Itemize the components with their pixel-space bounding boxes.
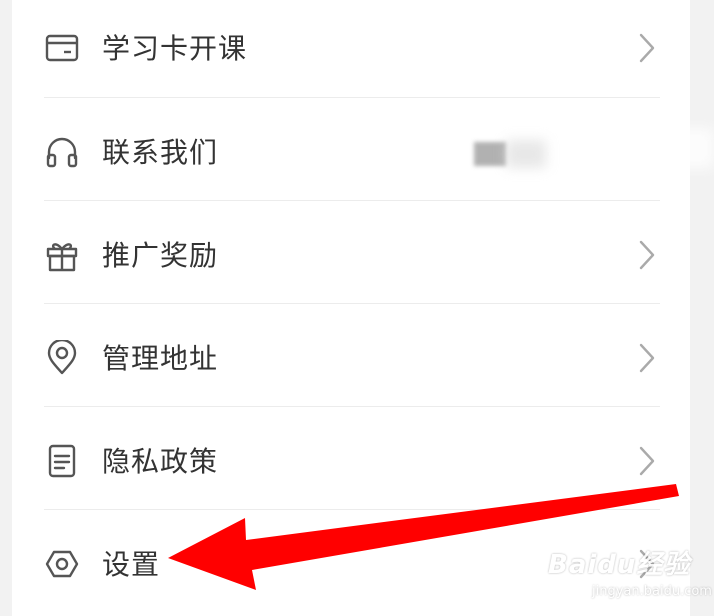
chevron-right-icon — [638, 445, 656, 477]
headset-icon — [44, 134, 80, 170]
chevron-right-icon — [638, 32, 656, 64]
settings-hexagon-icon — [44, 546, 80, 582]
gift-icon — [44, 237, 80, 273]
menu-item-label: 隐私政策 — [102, 445, 219, 478]
divider — [44, 406, 660, 407]
chevron-right-icon — [638, 239, 656, 271]
menu-item-promotion-reward[interactable]: 推广奖励 — [12, 204, 690, 307]
menu-item-label: 推广奖励 — [102, 239, 219, 272]
chevron-right-icon — [638, 342, 656, 374]
watermark: Baidu经验 jingyan.baidu.com — [548, 544, 712, 599]
menu-item-label: 联系我们 — [102, 136, 219, 169]
menu-item-label: 管理地址 — [102, 342, 219, 375]
redacted-contact-info — [474, 142, 506, 166]
menu-item-label: 设置 — [102, 548, 161, 581]
menu-item-label: 学习卡开课 — [102, 32, 248, 65]
redacted-contact-info-fade — [506, 140, 546, 168]
divider — [44, 200, 660, 201]
edge-highlight — [674, 128, 714, 168]
menu-item-privacy-policy[interactable]: 隐私政策 — [12, 410, 690, 513]
menu-item-manage-address[interactable]: 管理地址 — [12, 307, 690, 410]
document-icon — [44, 443, 80, 479]
divider — [44, 303, 660, 304]
watermark-url: jingyan.baidu.com — [592, 584, 712, 599]
watermark-brand: Baidu经验 — [548, 550, 691, 580]
menu-item-contact-us[interactable]: 联系我们 — [12, 101, 690, 204]
divider — [44, 97, 660, 98]
divider — [44, 509, 660, 510]
menu-item-study-card[interactable]: 学习卡开课 — [12, 0, 690, 100]
card-icon — [44, 30, 80, 66]
location-pin-icon — [44, 340, 80, 376]
menu-card: 学习卡开课 联系我们 推广奖励 管理地址 隐私政策 设置 — [12, 0, 690, 616]
